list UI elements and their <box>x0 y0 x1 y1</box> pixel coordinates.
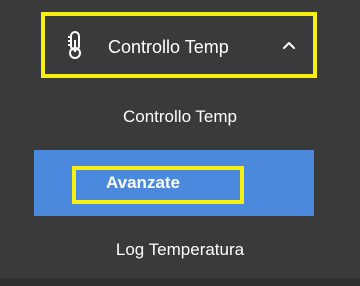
menu-header-controllo-temp[interactable]: Controllo Temp <box>41 12 317 78</box>
submenu-item-controllo-temp[interactable]: Controllo Temp <box>0 96 360 138</box>
submenu-item-label: Avanzate <box>106 173 181 192</box>
submenu-item-label: Log Temperatura <box>115 240 245 259</box>
chevron-up-icon[interactable] <box>279 33 299 57</box>
submenu-item-label: Controllo Temp <box>122 107 238 126</box>
temperature-menu: Controllo Temp Controllo Temp Avanzate L… <box>0 0 360 286</box>
menu-header-label: Controllo Temp <box>108 37 229 57</box>
submenu-item-log-temperatura[interactable]: Log Temperatura <box>0 229 360 271</box>
thermometer-icon <box>66 30 84 60</box>
bottom-divider <box>0 278 360 286</box>
